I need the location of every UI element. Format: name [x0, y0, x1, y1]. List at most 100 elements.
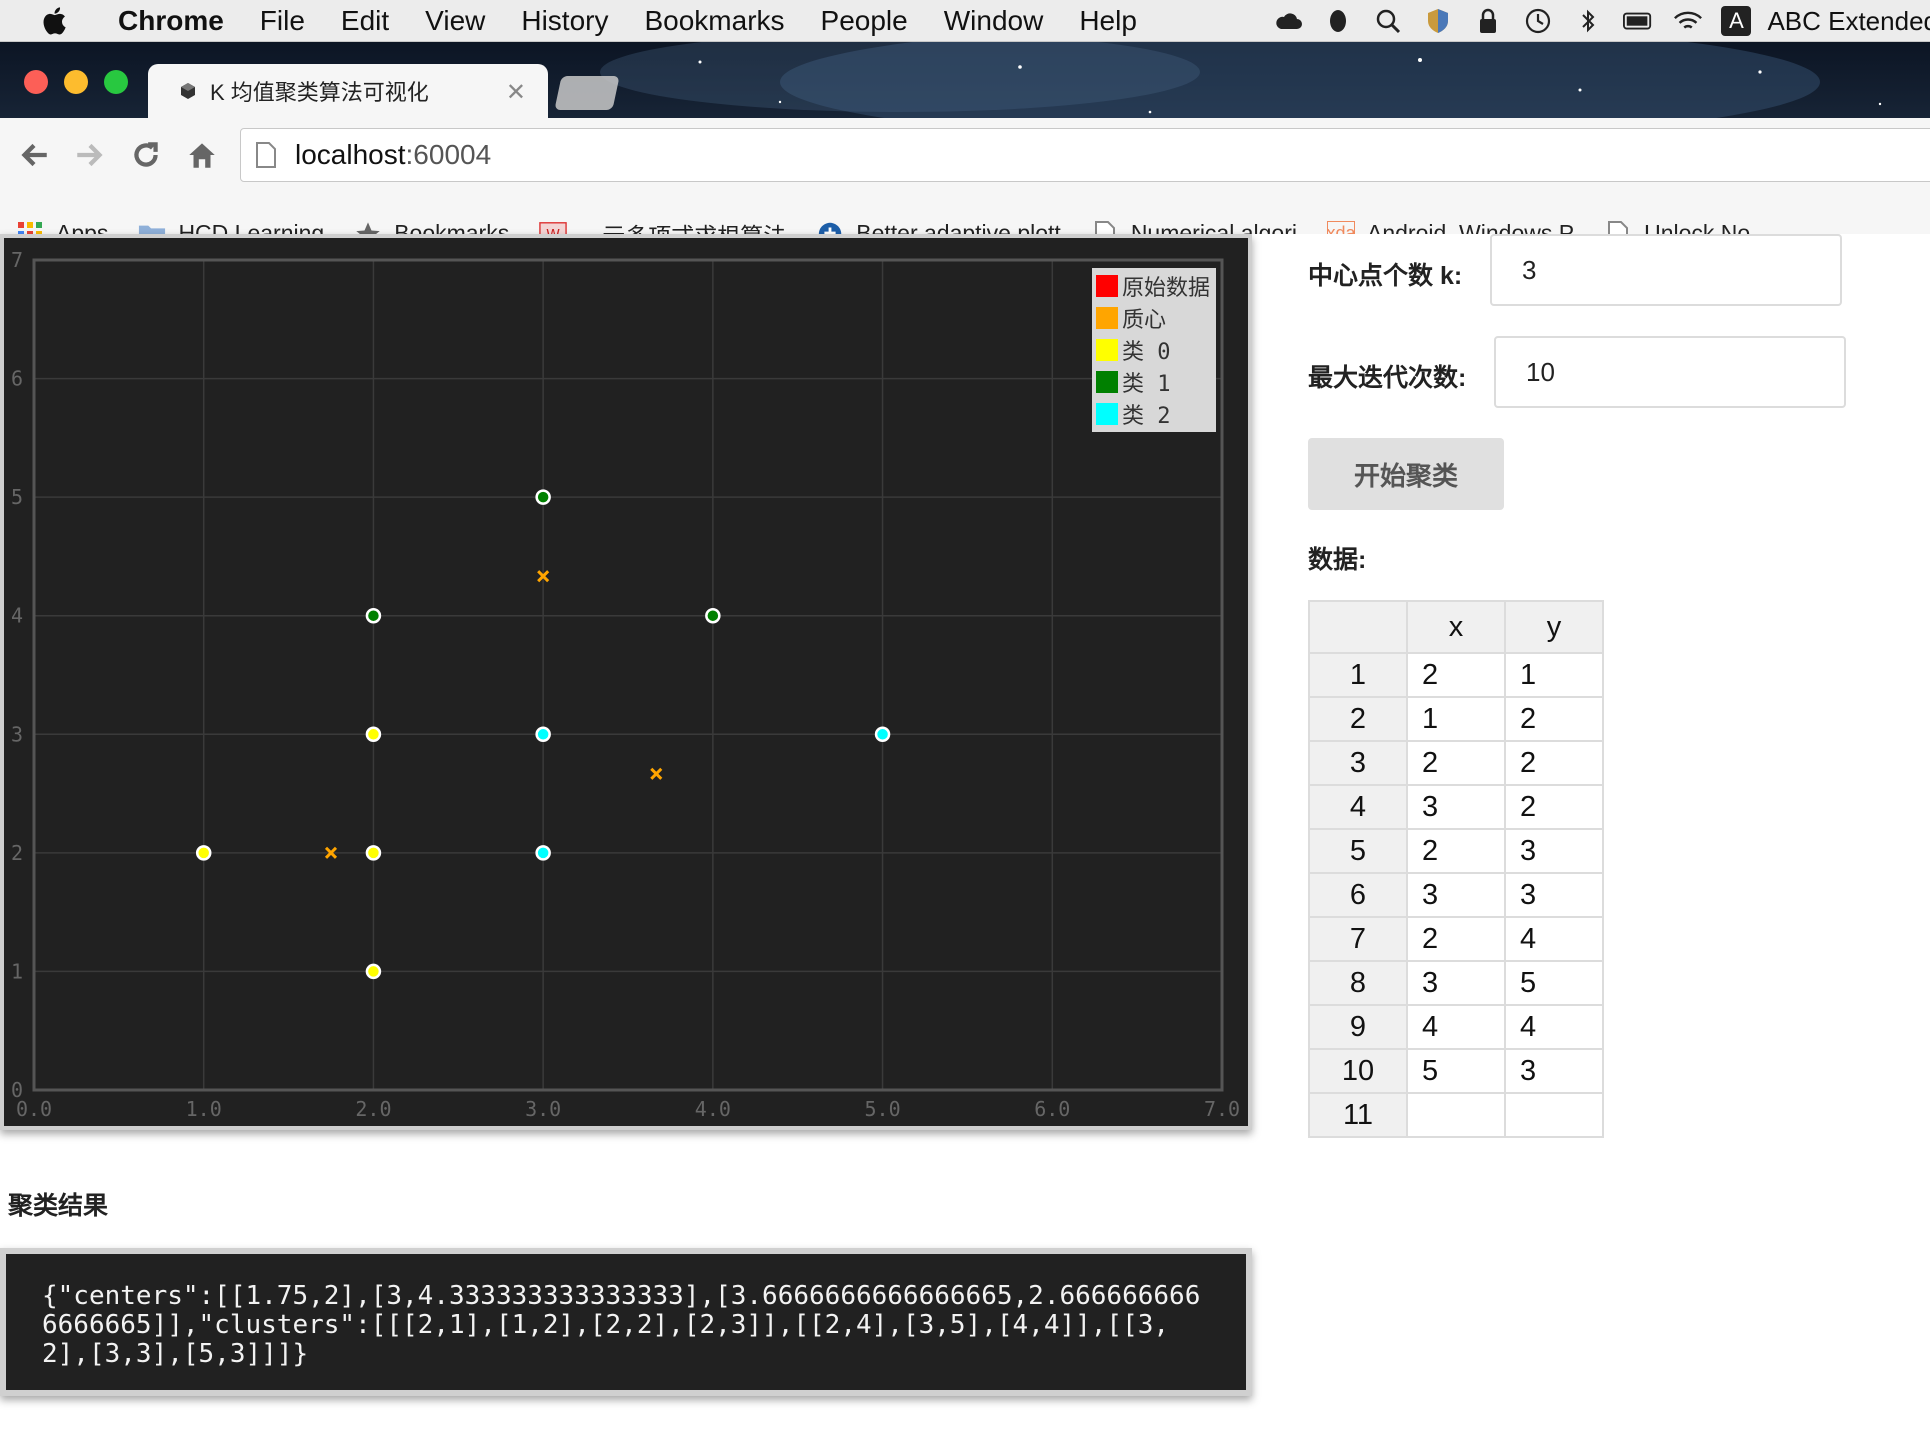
legend-swatch: [1096, 339, 1118, 361]
row-index: 2: [1308, 696, 1408, 742]
legend-entry: 类 0: [1092, 334, 1216, 366]
cell-x[interactable]: 2: [1406, 652, 1506, 698]
forward-button[interactable]: [68, 133, 112, 177]
bluetooth-icon[interactable]: [1571, 6, 1605, 36]
window-close-button[interactable]: [24, 70, 48, 94]
forward-arrow-icon: [77, 143, 103, 167]
cell-x[interactable]: 2: [1406, 740, 1506, 786]
input-method-label[interactable]: ABC Extended: [1767, 6, 1930, 37]
table-row: 322: [1308, 740, 1604, 786]
chart-background: [4, 238, 1248, 1126]
column-header-y[interactable]: y: [1504, 600, 1604, 654]
y-tick-label: 0: [11, 1078, 23, 1102]
menu-help[interactable]: Help: [1079, 5, 1137, 37]
menu-file[interactable]: File: [260, 5, 305, 37]
menu-app-name[interactable]: Chrome: [118, 5, 224, 37]
row-index: 5: [1308, 828, 1408, 874]
legend-label: 类 2: [1122, 404, 1171, 429]
start-clustering-button[interactable]: 开始聚类: [1308, 438, 1504, 510]
bookmark-apps[interactable]: Apps: [16, 220, 108, 234]
cell-y[interactable]: 2: [1504, 696, 1604, 742]
column-header-x[interactable]: x: [1406, 600, 1506, 654]
x-tick-label: 1.0: [186, 1097, 222, 1121]
search-magnifier-icon[interactable]: [1371, 6, 1405, 36]
cell-y[interactable]: 3: [1504, 872, 1604, 918]
cell-x[interactable]: 2: [1406, 828, 1506, 874]
cell-x[interactable]: 3: [1406, 960, 1506, 1006]
bookmark-adaptive-plotting[interactable]: Better adaptive plott: [816, 220, 1061, 234]
menubar-status-area: A ABC Extended: [1271, 0, 1930, 42]
cell-y[interactable]: 2: [1504, 740, 1604, 786]
cell-x[interactable]: 5: [1406, 1048, 1506, 1094]
cell-y[interactable]: 4: [1504, 1004, 1604, 1050]
shield-app-icon[interactable]: [1421, 6, 1455, 36]
home-button[interactable]: [180, 133, 224, 177]
apps-grid-icon: [16, 221, 44, 234]
menu-people[interactable]: People: [821, 5, 908, 37]
bookmark-unlock[interactable]: Unlock No: [1604, 220, 1750, 234]
cloud-icon[interactable]: [1271, 6, 1305, 36]
battery-meter-icon[interactable]: [1621, 6, 1655, 36]
bookmark-numerical-algorithms[interactable]: Numerical algori: [1091, 220, 1297, 234]
cell-y[interactable]: 1: [1504, 652, 1604, 698]
row-index: 3: [1308, 740, 1408, 786]
table-body: 1 2 1 2 1 2 3 2 2 4 3 2 5 2 3 6 3 3 7 2 4 8 3 5 9 4 4 10 5 3 11: [1308, 652, 1604, 1138]
result-title: 聚类结果: [8, 1192, 109, 1220]
bookmark-xda[interactable]: xda Android, Windows P: [1326, 220, 1574, 234]
y-tick-label: 4: [11, 604, 23, 628]
cell-x[interactable]: 4: [1406, 1004, 1506, 1050]
cell-y[interactable]: 3: [1504, 1048, 1604, 1094]
menu-bookmarks[interactable]: Bookmarks: [644, 5, 784, 37]
tab-active[interactable]: K 均值聚类算法可视化 ✕: [148, 64, 548, 118]
table-row: 432: [1308, 784, 1604, 830]
menu-window[interactable]: Window: [944, 5, 1044, 37]
x-tick-label: 4.0: [695, 1097, 731, 1121]
back-button[interactable]: [12, 133, 56, 177]
window-zoom-button[interactable]: [104, 70, 128, 94]
browser-toolbar: localhost:60004: [0, 118, 1930, 192]
qq-penguin-icon[interactable]: [1321, 6, 1355, 36]
x-tick-label: 6.0: [1034, 1097, 1070, 1121]
cell-y[interactable]: [1504, 1092, 1604, 1138]
reload-button[interactable]: [124, 133, 168, 177]
data-point: [365, 845, 382, 861]
site-favicon-icon: [816, 221, 844, 234]
data-point: [535, 845, 551, 861]
cell-y[interactable]: 2: [1504, 784, 1604, 830]
address-bar[interactable]: localhost:60004: [240, 128, 1930, 182]
bookmark-polynomial-roots[interactable]: W 一元多项式求根算法: [539, 217, 786, 234]
window-minimize-button[interactable]: [64, 70, 88, 94]
cell-x[interactable]: 3: [1406, 784, 1506, 830]
cell-y[interactable]: 5: [1504, 960, 1604, 1006]
bookmark-label: Bookmarks: [394, 220, 510, 234]
legend-label: 质心: [1122, 308, 1167, 333]
apple-menu-icon[interactable]: [40, 5, 72, 37]
input-method-badge[interactable]: A: [1721, 6, 1752, 36]
cell-x[interactable]: [1406, 1092, 1506, 1138]
cell-x[interactable]: 2: [1406, 916, 1506, 962]
table-row: 10 5 3: [1308, 1048, 1604, 1094]
tab-close-icon[interactable]: ✕: [506, 78, 526, 107]
menu-view[interactable]: View: [425, 5, 485, 37]
cell-x[interactable]: 3: [1406, 872, 1506, 918]
k-label: 中心点个数 k:: [1308, 262, 1463, 290]
cell-x[interactable]: 1: [1406, 696, 1506, 742]
page-icon: [1091, 220, 1119, 234]
bookmark-hcd-learning[interactable]: HCD Learning: [138, 220, 324, 234]
bookmark-bookmarks[interactable]: Bookmarks: [354, 220, 509, 234]
menu-history[interactable]: History: [521, 5, 608, 37]
row-index: 8: [1308, 960, 1408, 1006]
folder-icon: [138, 221, 166, 234]
legend-label: 类 1: [1122, 372, 1171, 397]
cell-y[interactable]: 3: [1504, 828, 1604, 874]
legend-swatch: [1096, 403, 1118, 425]
lock-icon[interactable]: [1471, 6, 1505, 36]
max-iterations-input[interactable]: 10: [1494, 336, 1846, 408]
new-tab-button[interactable]: [554, 76, 620, 110]
wifi-icon[interactable]: [1671, 6, 1705, 36]
menu-edit[interactable]: Edit: [341, 5, 389, 37]
cell-y[interactable]: 4: [1504, 916, 1604, 962]
k-input[interactable]: 3: [1490, 234, 1842, 306]
xda-favicon-icon: xda: [1326, 220, 1356, 234]
time-machine-icon[interactable]: [1521, 6, 1555, 36]
